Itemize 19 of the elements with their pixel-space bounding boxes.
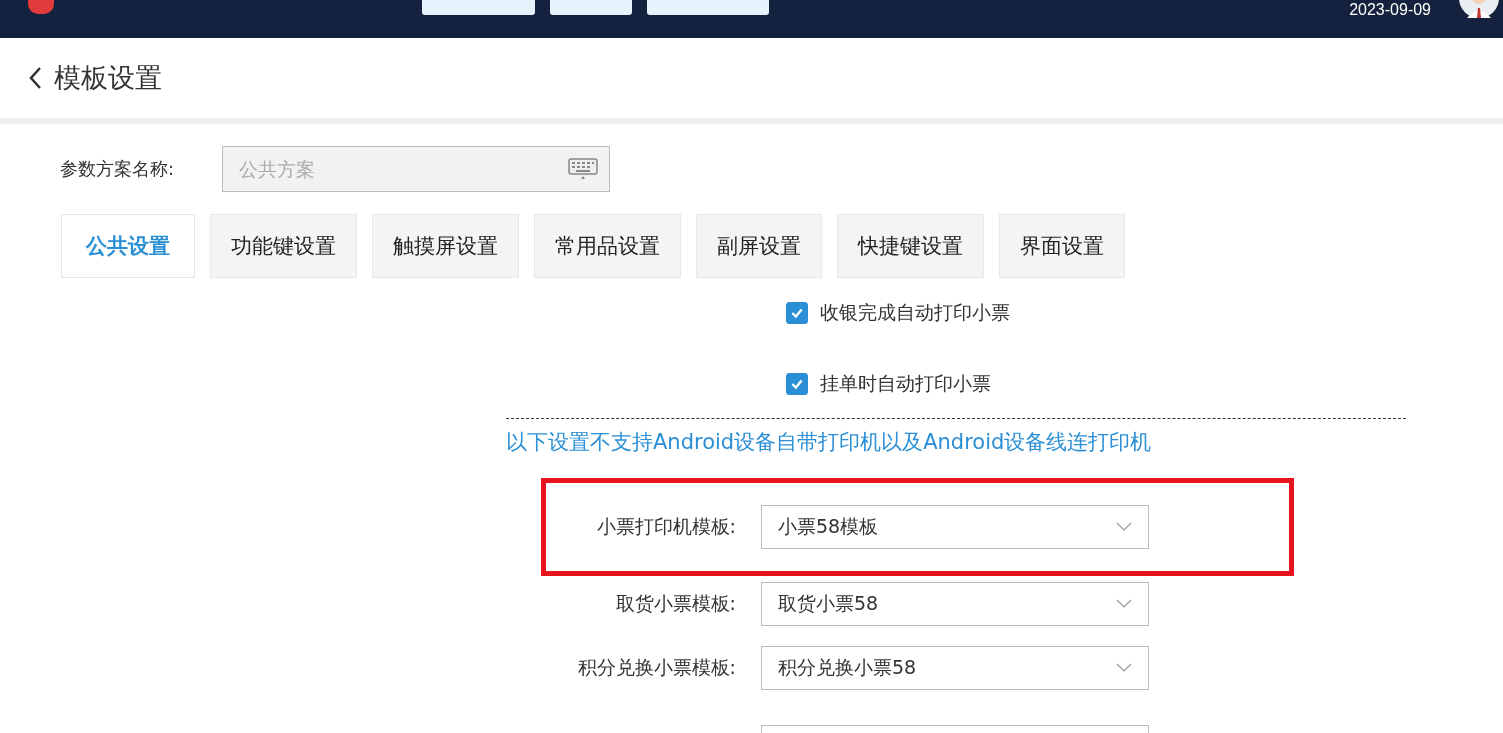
select-field[interactable]: 积分兑换小票58 bbox=[761, 646, 1149, 690]
notice-text: 以下设置不支持Android设备自带打印机以及Android设备线连打印机 bbox=[506, 429, 1153, 456]
field-label: 参数方案名称: bbox=[60, 157, 176, 181]
tab[interactable]: 触摸屏设置 bbox=[372, 214, 519, 278]
tab[interactable]: 快捷键设置 bbox=[837, 214, 984, 278]
date-text: 2023-09-09 bbox=[1349, 0, 1431, 20]
tab[interactable]: 常用品设置 bbox=[534, 214, 681, 278]
select-field[interactable]: 取货小票58 bbox=[761, 582, 1149, 626]
field-label: 小票打印机模板: bbox=[595, 514, 737, 539]
page-title: 模板设置 bbox=[54, 61, 162, 95]
field-label: 取货小票模板: bbox=[614, 591, 737, 616]
tab[interactable]: 界面设置 bbox=[999, 214, 1125, 278]
tab[interactable]: 副屏设置 bbox=[696, 214, 822, 278]
select-field[interactable]: 小票58模板 bbox=[761, 505, 1149, 549]
tab[interactable]: 功能键设置 bbox=[210, 214, 357, 278]
checkbox-label: 挂单时自动打印小票 bbox=[820, 370, 991, 396]
tab[interactable]: 公共设置 bbox=[61, 214, 195, 278]
field-label: 积分兑换小票模板: bbox=[576, 655, 737, 680]
checkbox-label: 收银完成自动打印小票 bbox=[820, 299, 1010, 325]
